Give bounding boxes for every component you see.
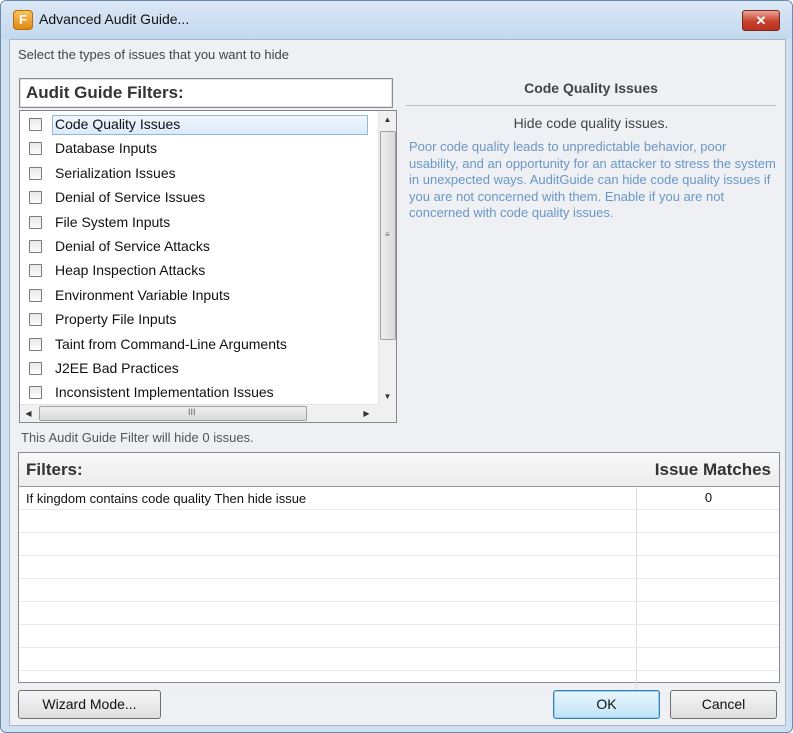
- audit-filter-item[interactable]: J2EE Bad Practices: [20, 357, 365, 381]
- checkbox[interactable]: [29, 191, 42, 205]
- detail-title: Code Quality Issues: [406, 80, 776, 106]
- close-button[interactable]: ✕: [742, 10, 780, 31]
- cancel-button[interactable]: Cancel: [670, 690, 777, 719]
- audit-filter-item[interactable]: Denial of Service Attacks: [20, 235, 365, 259]
- issue-matches-column-header[interactable]: Issue Matches: [655, 460, 771, 480]
- audit-filter-label: Denial of Service Attacks: [55, 238, 210, 254]
- audit-filter-label: Taint from Command-Line Arguments: [55, 335, 287, 352]
- issue-matches-cell: [636, 510, 780, 532]
- vertical-scrollbar[interactable]: ▲ ≡ ▼: [378, 111, 396, 405]
- table-row[interactable]: [19, 602, 779, 625]
- audit-filter-item[interactable]: Taint from Command-Line Arguments: [20, 333, 365, 357]
- horizontal-scrollbar[interactable]: ◀ III ▶: [20, 404, 379, 422]
- checkbox[interactable]: [29, 166, 42, 180]
- checkbox[interactable]: [29, 240, 42, 253]
- issue-matches-cell: [636, 648, 780, 670]
- checkbox[interactable]: [29, 264, 42, 278]
- filters-column-header[interactable]: Filters:: [26, 460, 83, 480]
- table-row[interactable]: [19, 510, 779, 533]
- detail-description: Poor code quality leads to unpredictable…: [409, 139, 776, 220]
- window-title: Advanced Audit Guide...: [39, 11, 190, 27]
- audit-filter-item[interactable]: File System Inputs: [20, 211, 365, 235]
- audit-filter-item[interactable]: Inconsistent Implementation Issues: [20, 381, 365, 405]
- filter-cell: If kingdom contains code quality Then hi…: [26, 491, 307, 506]
- table-row[interactable]: [19, 648, 779, 671]
- grip-icon: III: [188, 407, 196, 417]
- vertical-scroll-thumb[interactable]: ≡: [380, 131, 396, 340]
- issue-matches-cell: [636, 579, 780, 601]
- audit-filter-list[interactable]: Code Quality Issues Database Inputs Serial…: [19, 110, 397, 423]
- hide-count-text: This Audit Guide Filter will hide 0 issu…: [21, 430, 254, 445]
- filters-table-body: If kingdom contains code quality Then hi…: [19, 487, 779, 694]
- checkbox[interactable]: [29, 386, 42, 400]
- grip-icon: ≡: [385, 230, 390, 239]
- issue-matches-cell: [636, 533, 780, 555]
- issue-matches-cell: [636, 556, 780, 578]
- table-row[interactable]: [19, 625, 779, 648]
- audit-filter-item[interactable]: Denial of Service Issues: [20, 186, 365, 210]
- audit-filter-label: Serialization Issues: [55, 164, 176, 181]
- table-row[interactable]: [19, 579, 779, 602]
- issue-matches-cell: [636, 602, 780, 624]
- dialog-content: Select the types of issues that you want…: [9, 39, 786, 726]
- checkbox[interactable]: [29, 142, 42, 156]
- audit-guide-filters-header: Audit Guide Filters:: [19, 78, 393, 108]
- audit-filter-label: J2EE Bad Practices: [55, 360, 179, 376]
- audit-filter-label: Inconsistent Implementation Issues: [55, 384, 274, 401]
- scroll-right-icon[interactable]: ▶: [358, 405, 375, 422]
- horizontal-scroll-thumb[interactable]: III: [39, 406, 307, 421]
- instruction-text: Select the types of issues that you want…: [18, 47, 289, 62]
- audit-filter-item[interactable]: Code Quality Issues: [20, 113, 368, 137]
- detail-subtitle: Hide code quality issues.: [513, 115, 669, 131]
- filters-table: Filters: Issue Matches If kingdom contai…: [18, 452, 780, 694]
- checkbox[interactable]: [29, 288, 42, 302]
- scroll-left-icon[interactable]: ◀: [20, 405, 37, 422]
- ok-button[interactable]: OK: [553, 690, 660, 719]
- checkbox[interactable]: [29, 362, 42, 375]
- audit-filter-label: Heap Inspection Attacks: [55, 262, 206, 279]
- audit-filter-label: Property File Inputs: [55, 311, 177, 328]
- audit-filter-label: File System Inputs: [55, 213, 171, 230]
- issue-matches-cell: [636, 625, 780, 647]
- dialog-window: F Advanced Audit Guide... ✕ Select the t…: [0, 0, 793, 733]
- checkbox[interactable]: [29, 118, 42, 131]
- filters-table-header: Filters: Issue Matches: [19, 453, 779, 487]
- issue-matches-cell: 0: [636, 487, 780, 509]
- title-bar[interactable]: F Advanced Audit Guide... ✕: [1, 1, 792, 39]
- scroll-up-icon[interactable]: ▲: [379, 111, 396, 128]
- checkbox[interactable]: [29, 215, 42, 229]
- audit-filter-label: Denial of Service Issues: [55, 189, 206, 206]
- scroll-corner: [379, 405, 396, 422]
- table-row[interactable]: [19, 556, 779, 579]
- scroll-down-icon[interactable]: ▼: [379, 388, 396, 405]
- audit-filter-label: Environment Variable Inputs: [55, 286, 230, 303]
- audit-filter-item[interactable]: Database Inputs: [20, 137, 365, 161]
- audit-filter-item[interactable]: Environment Variable Inputs: [20, 284, 365, 308]
- table-row[interactable]: If kingdom contains code quality Then hi…: [19, 487, 779, 510]
- audit-guide-filters-title: Audit Guide Filters:: [26, 83, 184, 102]
- audit-filter-item[interactable]: Serialization Issues: [20, 162, 365, 186]
- audit-filter-label: Database Inputs: [55, 140, 157, 157]
- audit-filter-label: Code Quality Issues: [52, 115, 368, 135]
- checkbox[interactable]: [29, 337, 42, 351]
- audit-filter-item[interactable]: Heap Inspection Attacks: [20, 259, 365, 283]
- checkbox[interactable]: [29, 313, 42, 327]
- audit-filter-item[interactable]: Property File Inputs: [20, 308, 365, 332]
- fortify-app-icon: F: [13, 10, 33, 30]
- table-row[interactable]: [19, 533, 779, 556]
- wizard-mode-button[interactable]: Wizard Mode...: [18, 690, 161, 719]
